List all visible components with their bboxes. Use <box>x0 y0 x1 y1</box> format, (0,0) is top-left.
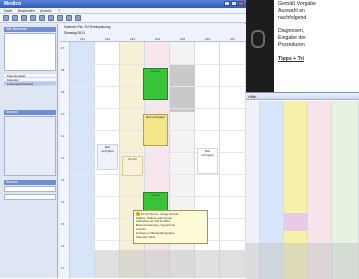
panel-header-users: Alle Benutzer <box>4 27 56 32</box>
calendar-toolbar-text: Kalender Pat. Ort Terminplanung <box>64 25 111 29</box>
doc-line: nachfolgend <box>278 15 307 21</box>
search-input[interactable] <box>4 186 56 192</box>
close-button[interactable] <box>238 1 244 6</box>
window-title-bar: Hilfe <box>246 93 359 100</box>
blocked-slot <box>95 250 245 278</box>
help-document: Gemäß Vorgabe Auswahl an nachfolgend Dia… <box>278 0 359 92</box>
time-label: 16 <box>61 244 65 248</box>
time-label: 14 <box>61 200 65 204</box>
window-title: Medico <box>4 1 22 7</box>
appointment[interactable]: Termin <box>122 156 143 176</box>
help-icon[interactable] <box>75 15 81 21</box>
calendar-column[interactable] <box>220 42 246 278</box>
title-bar: Medico <box>0 0 246 8</box>
doc-line: Gemäß Vorgabe <box>278 1 317 7</box>
appointment[interactable]: Bett verfügbar <box>197 148 218 174</box>
hour-line <box>70 108 246 109</box>
list-icon[interactable] <box>57 15 63 21</box>
maximize-button[interactable] <box>231 1 237 6</box>
tips-link[interactable]: Tipps + Tri <box>278 56 304 62</box>
appointment[interactable]: Bett verfügbar <box>143 114 168 146</box>
time-column: 07 08 09 10 11 12 13 14 15 16 17 <box>60 42 70 278</box>
time-label: 13 <box>61 178 65 182</box>
calendar-date: Dienstag 08.11. <box>64 31 87 35</box>
doc-line: Auswahl an <box>278 8 305 14</box>
calendar-window: Medico Datei Bearbeiten Ansicht ? Alle B… <box>0 0 246 278</box>
time-label: 10 <box>61 112 65 116</box>
doc-line: Diagnosen, <box>278 28 305 34</box>
appointment[interactable] <box>284 213 308 231</box>
menu-edit[interactable]: Bearbeiten <box>18 9 35 13</box>
paperclip-icon <box>251 30 265 48</box>
time-label: 17 <box>61 266 65 270</box>
nav-item-leistungserfassung[interactable]: Leistungserfassung <box>4 82 56 86</box>
refresh-icon[interactable] <box>66 15 72 21</box>
time-label: 11 <box>61 134 65 138</box>
menu-file[interactable]: Datei <box>4 9 12 13</box>
calendar-icon[interactable] <box>39 15 45 21</box>
toolbar <box>0 14 246 23</box>
calendar-header: Kalender Pat. Ort Terminplanung Dienstag… <box>60 24 246 42</box>
print-icon[interactable] <box>21 15 27 21</box>
left-panel: Alle Benutzer Patientenakte Kalender Lei… <box>0 24 58 278</box>
minimize-button[interactable] <box>224 1 230 6</box>
time-label: 07 <box>61 46 65 50</box>
time-label: 15 <box>61 222 65 226</box>
search-icon[interactable] <box>30 15 36 21</box>
hour-line <box>70 174 246 175</box>
save-icon[interactable] <box>3 15 9 21</box>
appointment-tooltip: 10:00 Termin, Lange Stunde Station, Pati… <box>133 210 208 244</box>
hour-line <box>70 64 246 65</box>
second-calendar-window: Hilfe <box>246 92 359 279</box>
time-label: 12 <box>61 156 65 160</box>
settings-icon[interactable] <box>12 15 18 21</box>
doc-line: Prozeduren <box>278 42 305 48</box>
dark-panel <box>246 0 274 92</box>
doc-line: Eingabe der <box>278 35 306 41</box>
window-title: Hilfe <box>248 94 257 99</box>
panel-header-view: Ansicht <box>4 110 56 115</box>
panel-header-search: Suchen <box>4 180 56 185</box>
view-box <box>4 116 56 176</box>
user-icon[interactable] <box>48 15 54 21</box>
calendar-column[interactable] <box>70 42 95 278</box>
user-list[interactable] <box>4 33 56 71</box>
menu-help[interactable]: ? <box>58 9 60 13</box>
appointment[interactable]: Termin <box>143 68 168 100</box>
time-label: 08 <box>61 68 65 72</box>
blocked-slot <box>246 243 359 279</box>
blocked-slot <box>170 64 195 112</box>
tooltip-line: Kalender 2011 <box>136 234 156 239</box>
menu-view[interactable]: Ansicht <box>40 9 51 13</box>
search-input-2[interactable] <box>4 194 56 200</box>
time-label: 09 <box>61 90 65 94</box>
appointment[interactable]: Bett verfügbar <box>97 144 118 170</box>
